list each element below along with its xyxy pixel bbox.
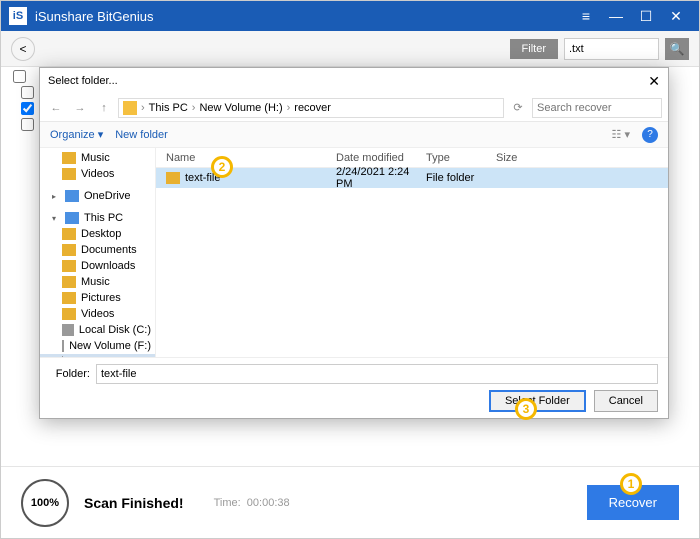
cloud-icon xyxy=(65,190,79,202)
maximize-icon[interactable]: ☐ xyxy=(631,8,661,25)
folder-icon xyxy=(62,308,76,320)
folder-icon xyxy=(62,168,76,180)
sidebar-item[interactable]: New Volume (F:) xyxy=(40,338,155,354)
breadcrumb-segment[interactable]: New Volume (H:) xyxy=(199,102,282,114)
scan-status: Scan Finished! xyxy=(84,495,184,511)
sidebar-label: OneDrive xyxy=(84,190,130,202)
nav-up-icon[interactable]: ↑ xyxy=(94,102,114,114)
sidebar-item[interactable]: Desktop xyxy=(40,226,155,242)
sidebar-item[interactable]: ▾This PC xyxy=(40,210,155,226)
breadcrumb-segment[interactable]: This PC xyxy=(149,102,188,114)
dialog-title: Select folder... xyxy=(48,75,118,87)
sidebar-item[interactable]: Downloads xyxy=(40,258,155,274)
sidebar-item[interactable]: Pictures xyxy=(40,290,155,306)
file-date: 2/24/2021 2:24 PM xyxy=(336,166,426,190)
pc-icon xyxy=(65,212,79,224)
col-date[interactable]: Date modified xyxy=(336,152,426,164)
breadcrumb[interactable]: › This PC › New Volume (H:) › recover xyxy=(118,98,504,118)
sidebar-label: Music xyxy=(81,276,110,288)
sidebar-label: Videos xyxy=(81,308,114,320)
sidebar-label: Pictures xyxy=(81,292,121,304)
result-tree xyxy=(1,67,41,467)
dialog-sidebar: Music Videos ▸OneDrive ▾This PC Desktop Docum… xyxy=(40,148,156,357)
toolbar: < Filter 🔍 xyxy=(1,31,699,67)
drive-icon xyxy=(62,324,74,336)
col-size[interactable]: Size xyxy=(496,152,556,164)
dialog-search-input[interactable] xyxy=(532,98,662,118)
app-logo-icon: iS xyxy=(9,7,27,25)
sidebar-label: This PC xyxy=(84,212,123,224)
nav-back-icon[interactable]: ← xyxy=(46,102,66,114)
sidebar-label: Videos xyxy=(81,168,114,180)
folder-icon xyxy=(62,244,76,256)
cancel-button[interactable]: Cancel xyxy=(594,390,658,412)
app-title: iSunshare BitGenius xyxy=(35,9,154,24)
nav-forward-icon[interactable]: → xyxy=(70,102,90,114)
sidebar-label: Local Disk (C:) xyxy=(79,324,151,336)
folder-icon xyxy=(62,152,76,164)
filter-button[interactable]: Filter xyxy=(510,39,558,59)
file-pane: Name Date modified Type Size text-file 2… xyxy=(156,148,668,357)
sidebar-item[interactable]: Documents xyxy=(40,242,155,258)
tree-checkbox[interactable] xyxy=(21,86,34,99)
sidebar-label: Downloads xyxy=(81,260,135,272)
drive-icon xyxy=(62,340,64,352)
organize-menu[interactable]: Organize ▾ xyxy=(50,128,103,141)
sidebar-item[interactable]: Music xyxy=(40,150,155,166)
titlebar: iS iSunshare BitGenius ≡ — ☐ ✕ xyxy=(1,1,699,31)
sidebar-label: Documents xyxy=(81,244,137,256)
folder-icon xyxy=(166,172,180,184)
sidebar-label: Music xyxy=(81,152,110,164)
dialog-titlebar: Select folder... ✕ xyxy=(40,68,668,94)
refresh-icon[interactable]: ⟳ xyxy=(508,101,528,114)
dialog-close-icon[interactable]: ✕ xyxy=(648,73,660,90)
sidebar-item[interactable]: Videos xyxy=(40,166,155,182)
col-name[interactable]: Name xyxy=(166,152,336,164)
sidebar-item[interactable]: ▸OneDrive xyxy=(40,188,155,204)
dialog-footer: Folder: Select Folder Cancel xyxy=(40,357,668,418)
tree-checkbox[interactable] xyxy=(13,70,26,83)
folder-icon xyxy=(62,276,76,288)
sidebar-label: Desktop xyxy=(81,228,121,240)
callout-1: 1 xyxy=(620,473,642,495)
minimize-icon[interactable]: — xyxy=(601,8,631,24)
footer: 100% Scan Finished! Time: 00:00:38 Recov… xyxy=(1,466,699,538)
progress-circle: 100% xyxy=(21,479,69,527)
col-type[interactable]: Type xyxy=(426,152,496,164)
folder-icon xyxy=(62,292,76,304)
callout-2: 2 xyxy=(211,156,233,178)
select-folder-button[interactable]: Select Folder xyxy=(489,390,586,412)
sidebar-item[interactable]: Local Disk (C:) xyxy=(40,322,155,338)
view-options-icon[interactable]: ☷ ▾ xyxy=(612,128,630,141)
menu-icon[interactable]: ≡ xyxy=(571,8,601,24)
sidebar-item[interactable]: Videos xyxy=(40,306,155,322)
close-icon[interactable]: ✕ xyxy=(661,8,691,25)
tree-checkbox[interactable] xyxy=(21,102,34,115)
tree-checkbox[interactable] xyxy=(21,118,34,131)
folder-icon xyxy=(62,228,76,240)
filter-input[interactable] xyxy=(564,38,659,60)
new-folder-button[interactable]: New folder xyxy=(115,129,168,141)
callout-3: 3 xyxy=(515,398,537,420)
dialog-toolbar: Organize ▾ New folder ☷ ▾ ? xyxy=(40,122,668,148)
folder-input[interactable] xyxy=(96,364,658,384)
sidebar-item[interactable]: Music xyxy=(40,274,155,290)
help-icon[interactable]: ? xyxy=(642,127,658,143)
file-type: File folder xyxy=(426,172,496,184)
search-button[interactable]: 🔍 xyxy=(665,38,689,60)
sidebar-label: New Volume (F:) xyxy=(69,340,151,352)
dialog-nav: ← → ↑ › This PC › New Volume (H:) › reco… xyxy=(40,94,668,122)
time-label: Time: 00:00:38 xyxy=(214,497,290,509)
select-folder-dialog: Select folder... ✕ ← → ↑ › This PC › New… xyxy=(39,67,669,419)
breadcrumb-segment[interactable]: recover xyxy=(294,102,331,114)
file-name: text-file xyxy=(185,172,336,184)
back-button[interactable]: < xyxy=(11,37,35,61)
folder-label: Folder: xyxy=(50,368,90,380)
folder-icon xyxy=(123,101,137,115)
folder-icon xyxy=(62,260,76,272)
file-row[interactable]: text-file 2/24/2021 2:24 PM File folder xyxy=(156,168,668,188)
